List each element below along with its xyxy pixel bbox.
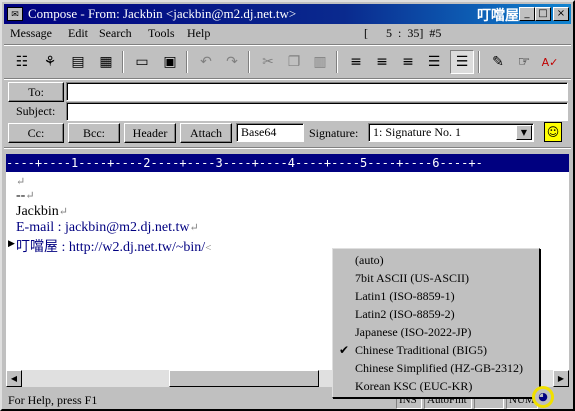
toolbar-divider <box>4 78 571 80</box>
mail-icon: ✉ <box>7 7 23 21</box>
toolbar-separator <box>122 51 124 73</box>
page-icon[interactable]: ▭ <box>130 50 154 74</box>
charset-option-latin1[interactable]: Latin1 (ISO-8859-1) <box>355 289 455 304</box>
cut-icon[interactable]: ✂ <box>256 50 280 74</box>
charset-option-latin2[interactable]: Latin2 (ISO-8859-2) <box>355 307 455 322</box>
attach-button[interactable]: Attach <box>180 123 232 143</box>
encoding-select[interactable]: Base64 <box>236 123 304 142</box>
status-help-text: For Help, press F1 <box>8 393 98 407</box>
subject-field[interactable] <box>66 102 568 121</box>
menu-message[interactable]: Message <box>10 26 52 41</box>
scroll-right-icon[interactable]: ▶ <box>553 370 569 387</box>
encoding-value: Base64 <box>241 125 277 139</box>
editor-line: Jackbin↵ <box>16 204 68 219</box>
to-button[interactable]: To: <box>8 82 64 102</box>
charset-option-auto[interactable]: (auto) <box>355 253 384 268</box>
brand-logo-text: 叮噹屋 <box>477 9 519 24</box>
charset-option-euc-kr[interactable]: Korean KSC (EUC-KR) <box>355 379 472 394</box>
bcc-button[interactable]: Bcc: <box>68 123 120 143</box>
charset-globe-icon[interactable]: ◕ <box>532 386 554 408</box>
cc-button[interactable]: Cc: <box>8 123 64 143</box>
close-button[interactable]: × <box>553 7 569 21</box>
menu-tools[interactable]: Tools <box>148 26 175 41</box>
charset-option-hz-gb[interactable]: Chinese Simplified (HZ-GB-2312) <box>355 361 523 376</box>
charset-option-big5[interactable]: Chinese Traditional (BIG5) <box>355 343 487 358</box>
signature-label: Signature: <box>309 126 359 140</box>
smiley-icon[interactable]: ☺ <box>544 122 562 142</box>
signature-select[interactable]: 1: Signature No. 1 ▼ <box>368 123 534 142</box>
signature-value: 1: Signature No. 1 <box>373 125 461 139</box>
editor-line: 叮噹屋 : http://w2.dj.net.tw/~bin/< <box>16 240 212 255</box>
checkmark-icon: ✔ <box>339 343 350 357</box>
toolbar-separator <box>336 51 338 73</box>
menu-edit[interactable]: Edit <box>68 26 88 41</box>
menu-help[interactable]: Help <box>187 26 210 41</box>
maximize-button[interactable]: □ <box>535 7 551 21</box>
toolbar: ☷ ⚘ ▤ ▦ ▭ ▣ ↶ ↷ ✂ ❐ ▥ ≡ ≡ ≡ ☰ ☰ ✎ ☞ A✓ <box>4 47 571 77</box>
note-icon[interactable]: ▤ <box>66 50 90 74</box>
save-icon[interactable]: ▣ <box>158 50 182 74</box>
menu-divider <box>4 44 571 46</box>
editor-line: E-mail : jackbin@m2.dj.net.tw↵ <box>16 220 199 235</box>
subject-label: Subject: <box>16 104 56 118</box>
cursor-position-status: [ 5 : 35] #5 <box>364 26 442 40</box>
menu-bar: Message Edit Search Tools Help [ 5 : 35]… <box>4 25 571 43</box>
compose-window: ✉ Compose - From: Jackbin <jackbin@m2.dj… <box>0 0 575 411</box>
align-center-icon[interactable]: ≡ <box>370 50 394 74</box>
title-bar[interactable]: ✉ Compose - From: Jackbin <jackbin@m2.dj… <box>4 4 571 24</box>
indent-icon[interactable]: ☰ <box>450 50 474 74</box>
spreadsheet-icon[interactable]: ▦ <box>94 50 118 74</box>
charset-popup-menu: (auto) 7bit ASCII (US-ASCII) Latin1 (ISO… <box>332 248 540 398</box>
align-right-icon[interactable]: ≡ <box>396 50 420 74</box>
pen-icon[interactable]: ✎ <box>486 50 510 74</box>
scroll-left-icon[interactable]: ◀ <box>6 370 22 387</box>
editor-line: --↵ <box>16 188 35 203</box>
caret-marker-icon: ▶ <box>8 239 15 249</box>
undo-icon[interactable]: ↶ <box>194 50 218 74</box>
toolbar-separator <box>478 51 480 73</box>
spellcheck-icon[interactable]: A✓ <box>538 50 562 74</box>
copy-icon[interactable]: ❐ <box>282 50 306 74</box>
scroll-thumb[interactable] <box>169 370 319 387</box>
window-title: Compose - From: Jackbin <jackbin@m2.dj.n… <box>28 6 297 21</box>
header-button[interactable]: Header <box>124 123 176 143</box>
charset-option-japanese[interactable]: Japanese (ISO-2022-JP) <box>355 325 471 340</box>
to-field[interactable] <box>66 82 568 101</box>
header-divider <box>4 147 571 149</box>
menu-search[interactable]: Search <box>99 26 132 41</box>
paste-icon[interactable]: ▥ <box>308 50 332 74</box>
toolbar-separator <box>248 51 250 73</box>
attach-icon[interactable]: ⚘ <box>38 50 62 74</box>
ruler[interactable]: ----+----1----+----2----+----3----+----4… <box>6 154 569 172</box>
justify-icon[interactable]: ☰ <box>422 50 446 74</box>
redo-icon[interactable]: ↷ <box>220 50 244 74</box>
align-left-icon[interactable]: ≡ <box>344 50 368 74</box>
minimize-button[interactable]: _ <box>519 7 535 21</box>
chevron-down-icon[interactable]: ▼ <box>516 125 532 140</box>
ruler-scale: ----+----1----+----2----+----3----+----4… <box>6 156 483 170</box>
charset-option-us-ascii[interactable]: 7bit ASCII (US-ASCII) <box>355 271 469 286</box>
address-book-icon[interactable]: ☷ <box>10 50 34 74</box>
hand-icon[interactable]: ☞ <box>512 50 536 74</box>
toolbar-separator <box>186 51 188 73</box>
